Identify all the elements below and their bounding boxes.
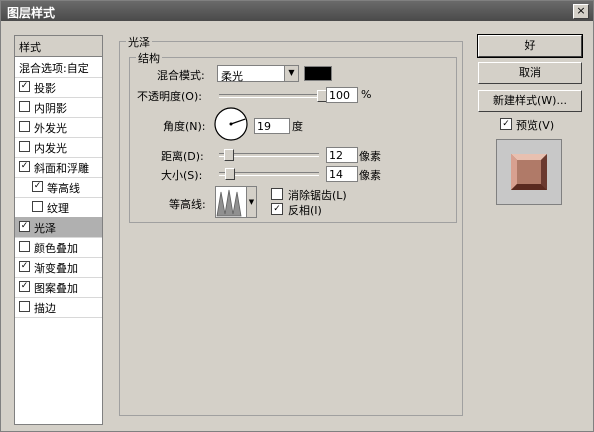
sidebar-item-label: 斜面和浮雕 [34,162,89,175]
sidebar-item-label: 纹理 [47,202,69,215]
check-icon: ✓ [273,204,281,214]
sidebar-item-label: 等高线 [47,182,80,195]
styles-list-header[interactable]: 样式 [15,36,102,57]
sidebar-item-label: 投影 [34,82,56,95]
blend-mode-value: 柔光 [221,70,243,83]
sidebar-item-checkbox[interactable] [19,141,30,152]
sidebar-item-checkbox[interactable] [32,201,43,212]
size-value: 14 [329,168,343,181]
new-style-button[interactable]: 新建样式(W)... [478,90,582,112]
opacity-slider-track[interactable] [219,94,323,98]
sidebar-item-checkbox[interactable]: ✓ [19,281,30,292]
angle-input[interactable]: 19 [254,118,290,134]
blend-mode-select[interactable]: 柔光 ▼ [217,65,299,83]
sidebar-item-checkbox[interactable]: ✓ [19,221,30,232]
style-preview [496,139,562,205]
distance-slider-thumb[interactable] [224,149,234,161]
sidebar-item-label: 内阴影 [34,102,67,115]
sidebar-item-label: 外发光 [34,122,67,135]
sidebar-item-checkbox[interactable]: ✓ [19,81,30,92]
opacity-label: 不透明度(O): [137,90,202,103]
styles-header-label: 样式 [19,41,41,54]
size-slider-thumb[interactable] [225,168,235,180]
sidebar-item[interactable]: ✓ 投影 [15,77,102,98]
sidebar-item[interactable]: ✓ 图案叠加 [15,277,102,298]
preview-checkbox[interactable]: ✓ [500,118,512,130]
sidebar-item-label: 渐变叠加 [34,262,78,275]
sidebar-item[interactable]: 外发光 [15,117,102,138]
distance-unit: 像素 [359,150,381,163]
invert-label: 反相(I) [288,204,322,217]
sidebar-item-checkbox[interactable] [19,121,30,132]
angle-dial-icon[interactable] [213,106,249,142]
sidebar-item-checkbox[interactable] [19,241,30,252]
antialias-label: 消除锯齿(L) [288,189,347,202]
blend-mode-label: 混合模式: [157,69,205,82]
sidebar-item-checkbox[interactable] [19,301,30,312]
size-unit: 像素 [359,169,381,182]
sidebar-item-checkbox[interactable]: ✓ [32,181,43,192]
styles-list: 样式 混合选项:自定 ✓ 投影内阴影外发光内发光 ✓ 斜面和浮雕 ✓ 等高线纹理 ✓ 光泽颜色叠… [14,35,103,425]
structure-group-title: 结构 [136,50,162,66]
cancel-button[interactable]: 取消 [478,62,582,84]
chevron-down-icon: ▼ [284,66,298,81]
sidebar-item[interactable]: ✓ 斜面和浮雕 [15,157,102,178]
sidebar-item[interactable]: 内阴影 [15,97,102,118]
title-bar[interactable]: 图层样式 × [1,1,593,21]
opacity-unit: % [361,88,372,101]
invert-checkbox[interactable]: ✓ [271,203,283,215]
contour-thumbnail-icon [216,189,242,217]
preview-label: 预览(V) [516,119,555,132]
distance-input[interactable]: 12 [326,147,358,163]
distance-slider-track[interactable] [219,153,319,157]
sidebar-item[interactable]: ✓ 光泽 [15,217,102,238]
sidebar-item-label: 内发光 [34,142,67,155]
sidebar-item-label: 光泽 [34,222,56,235]
sidebar-item-label: 图案叠加 [34,282,78,295]
layer-style-dialog: 图层样式 × 样式 混合选项:自定 ✓ 投影内阴影外发光内发光 ✓ 斜面和浮雕 ✓ 等高线纹… [0,0,594,432]
sidebar-item[interactable]: 描边 [15,297,102,318]
angle-label: 角度(N): [163,120,206,133]
opacity-value: 100 [329,89,350,102]
sidebar-item-checkbox[interactable] [19,101,30,112]
distance-label: 距离(D): [161,150,204,163]
distance-value: 12 [329,149,343,162]
sidebar-item[interactable]: 内发光 [15,137,102,158]
chevron-down-icon[interactable]: ▼ [246,187,256,217]
sidebar-item[interactable]: ✓ 渐变叠加 [15,257,102,278]
contour-label: 等高线: [169,198,206,211]
color-swatch[interactable] [304,66,332,81]
ok-button[interactable]: 好 [477,34,583,58]
sidebar-item-label: 混合选项:自定 [19,62,89,75]
check-icon: ✓ [502,119,510,129]
sidebar-item-label: 颜色叠加 [34,242,78,255]
angle-unit: 度 [292,120,303,133]
angle-value: 19 [257,120,271,133]
opacity-input[interactable]: 100 [326,87,358,103]
contour-picker[interactable]: ▼ [215,186,257,218]
sidebar-item-checkbox[interactable]: ✓ [19,261,30,272]
sidebar-item[interactable]: 颜色叠加 [15,237,102,258]
satin-group-title: 光泽 [126,34,152,50]
size-label: 大小(S): [161,169,203,182]
sidebar-item-label: 描边 [34,302,56,315]
size-input[interactable]: 14 [326,166,358,182]
sidebar-item[interactable]: 混合选项:自定 [15,57,102,78]
sidebar-item-checkbox[interactable]: ✓ [19,161,30,172]
antialias-checkbox[interactable] [271,188,283,200]
dialog-title: 图层样式 [7,6,56,20]
sidebar-item[interactable]: ✓ 等高线 [15,177,102,198]
close-button[interactable]: × [573,4,589,19]
sidebar-item[interactable]: 纹理 [15,197,102,218]
bevel-square-preview-icon [511,154,547,190]
